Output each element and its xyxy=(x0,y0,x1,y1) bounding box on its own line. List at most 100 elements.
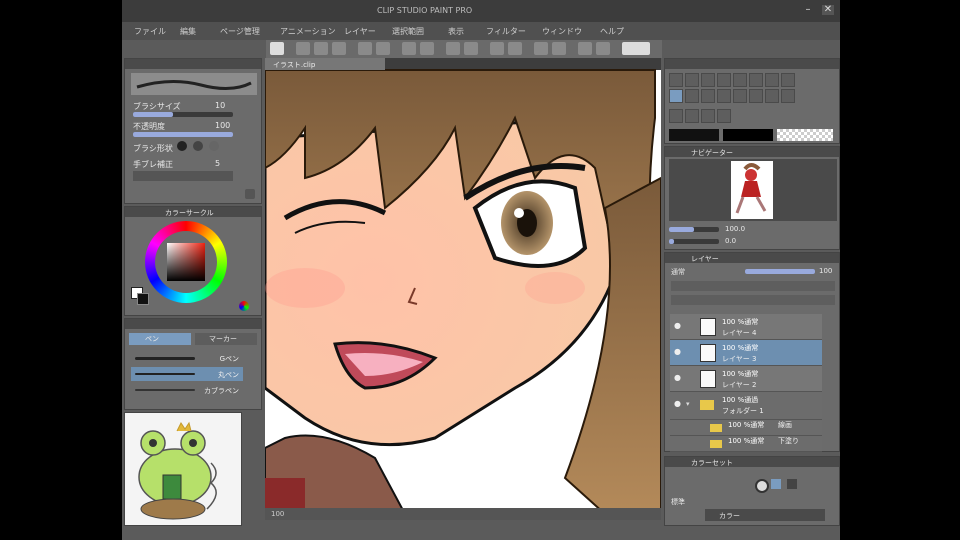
layer-folder-row[interactable]: 100 %通常 線画 xyxy=(670,420,822,436)
menu-view[interactable]: 表示 xyxy=(448,26,464,37)
figure-tool-icon[interactable] xyxy=(765,89,779,103)
menu-file[interactable]: ファイル xyxy=(134,26,166,37)
balloon-tool-icon[interactable] xyxy=(701,109,715,123)
clip-studio-icon[interactable] xyxy=(622,42,650,55)
navigator-preview[interactable] xyxy=(669,159,837,221)
main-color-bar[interactable] xyxy=(669,129,719,141)
deselect-icon[interactable] xyxy=(446,42,460,55)
move-tool-icon[interactable] xyxy=(685,73,699,87)
assets-icon[interactable] xyxy=(596,42,610,55)
eye-icon[interactable]: ● xyxy=(674,348,682,356)
stabilization-bar[interactable] xyxy=(133,171,233,181)
menu-selection[interactable]: 選択範囲 xyxy=(392,26,424,37)
hue-ring[interactable] xyxy=(145,221,227,303)
illustration-canvas[interactable] xyxy=(263,58,662,515)
fill-tool-icon[interactable] xyxy=(733,89,747,103)
color-history-icon[interactable] xyxy=(787,479,797,489)
decoration-tool-icon[interactable] xyxy=(685,89,699,103)
color-swatch-icon[interactable] xyxy=(771,479,781,489)
zoom-value[interactable]: 100 xyxy=(271,510,284,518)
eye-icon[interactable]: ● xyxy=(674,374,682,382)
frame-tool-icon[interactable] xyxy=(781,89,795,103)
pencil-tool-icon[interactable] xyxy=(765,73,779,87)
sub-tool-tab-pen[interactable]: ペン xyxy=(129,333,191,345)
main-color-swatch[interactable] xyxy=(137,293,149,305)
eraser-tool-icon[interactable] xyxy=(701,89,715,103)
snap-icon[interactable] xyxy=(490,42,504,55)
eye-icon[interactable]: ● xyxy=(674,400,682,408)
settings-icon[interactable] xyxy=(245,189,255,199)
guide-icon[interactable] xyxy=(552,42,566,55)
new-file-icon[interactable] xyxy=(270,42,284,55)
minimize-icon[interactable]: – xyxy=(802,5,814,15)
folder-expand-icon[interactable]: ▾ xyxy=(686,400,690,408)
stabilization-value[interactable]: 5 xyxy=(215,159,220,168)
opacity-slider[interactable] xyxy=(133,132,233,137)
transparent-color-bar[interactable] xyxy=(777,129,833,141)
layer-folder-row[interactable]: 100 %通常 下塗り xyxy=(670,436,822,452)
layer-row[interactable]: ● 100 %通常 レイヤー 4 xyxy=(670,314,822,340)
print-icon[interactable] xyxy=(332,42,346,55)
layer-row[interactable]: ● 100 %通常 レイヤー 3 xyxy=(670,340,822,366)
correct-line-tool-icon[interactable] xyxy=(717,109,731,123)
navigator-zoom-slider[interactable] xyxy=(669,227,719,232)
menu-layer[interactable]: レイヤー xyxy=(344,26,376,37)
layer-opacity-value[interactable]: 100 xyxy=(819,267,832,275)
brush-size-slider[interactable] xyxy=(133,112,233,117)
color-wheel-icon[interactable] xyxy=(755,479,769,493)
undo-icon[interactable] xyxy=(358,42,372,55)
navigator-rotation-slider[interactable] xyxy=(669,239,719,244)
cloud-icon[interactable] xyxy=(578,42,592,55)
select-tool-icon[interactable] xyxy=(701,73,715,87)
brush-item-g-pen[interactable]: Gペン xyxy=(131,351,243,365)
airbrush-tool-icon[interactable] xyxy=(669,89,683,103)
brush-size-value[interactable]: 10 xyxy=(215,101,225,110)
menu-page[interactable]: ページ管理 xyxy=(220,26,260,37)
close-icon[interactable]: ✕ xyxy=(822,5,834,15)
layer-folder-row[interactable]: ● ▾ 100 %通過 フォルダー 1 xyxy=(670,392,822,420)
brush-tip-soft[interactable] xyxy=(209,141,219,151)
sub-color-bar[interactable] xyxy=(723,129,773,141)
color-mode-icon[interactable] xyxy=(239,301,249,311)
opacity-value[interactable]: 100 xyxy=(215,121,230,130)
color-set-dropdown[interactable]: カラー xyxy=(705,509,825,521)
blend-mode-select[interactable]: 通常 xyxy=(671,267,685,277)
layer-actions-bar[interactable] xyxy=(671,295,835,305)
ruler-tool-icon[interactable] xyxy=(669,109,683,123)
menu-window[interactable]: ウィンドウ xyxy=(542,26,582,37)
blend-tool-icon[interactable] xyxy=(717,89,731,103)
eye-icon[interactable]: ● xyxy=(674,322,682,330)
save-icon[interactable] xyxy=(314,42,328,55)
navigator-rotation[interactable]: 0.0 xyxy=(725,237,736,245)
navigator-zoom[interactable]: 100.0 xyxy=(725,225,745,233)
invert-selection-icon[interactable] xyxy=(464,42,478,55)
brush-tool-icon[interactable] xyxy=(781,73,795,87)
grid-icon[interactable] xyxy=(534,42,548,55)
transform-icon[interactable] xyxy=(420,42,434,55)
brush-tip-hard[interactable] xyxy=(177,141,187,151)
text-tool-icon[interactable] xyxy=(685,109,699,123)
brush-item-maru-pen[interactable]: 丸ペン xyxy=(131,367,243,381)
menu-animation[interactable]: アニメーション xyxy=(280,26,336,37)
layer-row[interactable]: ● 100 %通常 レイヤー 2 xyxy=(670,366,822,392)
brush-tip-medium[interactable] xyxy=(193,141,203,151)
gradient-tool-icon[interactable] xyxy=(749,89,763,103)
layer-options-bar[interactable] xyxy=(671,281,835,291)
canvas-area[interactable] xyxy=(263,58,662,515)
sub-tool-tab-marker[interactable]: マーカー xyxy=(195,333,257,345)
canvas-tab[interactable]: イラスト.clip xyxy=(265,58,385,70)
zoom-tool-icon[interactable] xyxy=(669,73,683,87)
menu-edit[interactable]: 編集 xyxy=(180,26,196,37)
lasso-tool-icon[interactable] xyxy=(717,73,731,87)
layer-opacity-slider[interactable] xyxy=(745,269,815,274)
eyedropper-tool-icon[interactable] xyxy=(733,73,747,87)
saturation-square[interactable] xyxy=(167,243,205,281)
clear-icon[interactable] xyxy=(402,42,416,55)
menu-help[interactable]: ヘルプ xyxy=(600,26,624,37)
ruler-snap-icon[interactable] xyxy=(508,42,522,55)
brush-item-kabura-pen[interactable]: カブラペン xyxy=(131,383,243,397)
redo-icon[interactable] xyxy=(376,42,390,55)
menu-filter[interactable]: フィルター xyxy=(486,26,526,37)
open-icon[interactable] xyxy=(296,42,310,55)
pen-tool-icon[interactable] xyxy=(749,73,763,87)
